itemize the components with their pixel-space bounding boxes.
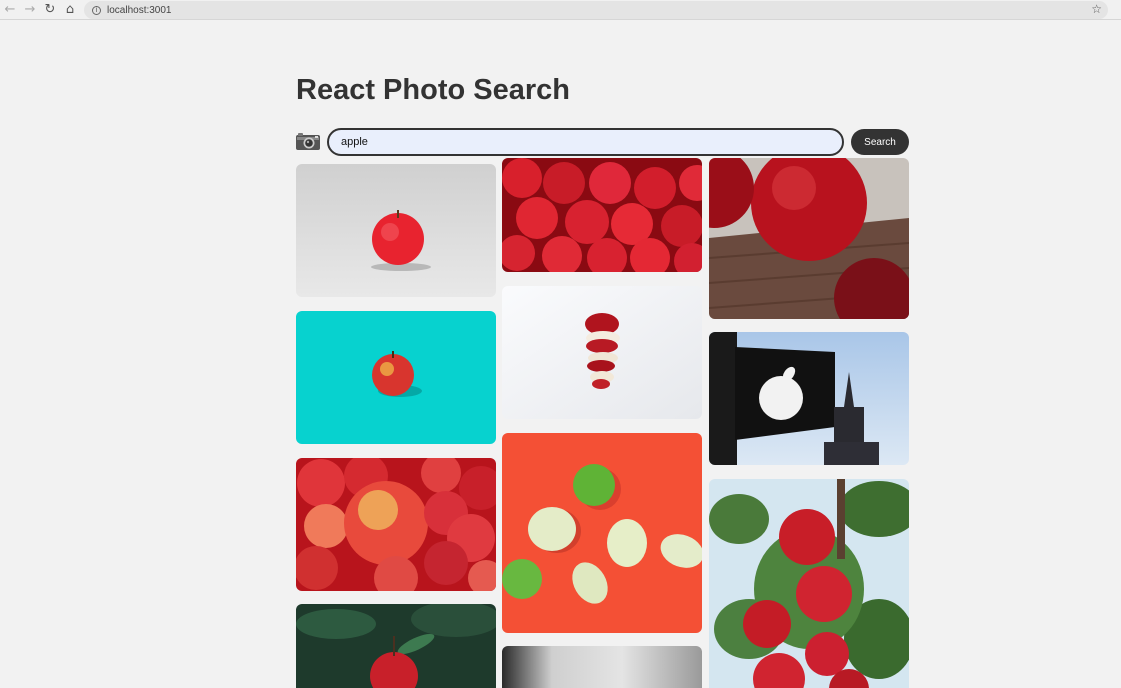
photo-card[interactable]	[502, 286, 702, 419]
browser-toolbar: ← → ↻ ⌂ i localhost:3001 ☆	[0, 0, 1121, 20]
photo-apple-table	[709, 158, 909, 319]
search-button[interactable]: Search	[851, 129, 909, 155]
photo-card[interactable]	[709, 332, 909, 465]
photo-green-apples-orange	[502, 433, 702, 633]
search-input[interactable]	[327, 128, 844, 156]
photo-sliced-apple	[502, 286, 702, 419]
photo-apples-closeup	[502, 158, 702, 272]
photo-search-app: React Photo Search Search	[296, 20, 909, 688]
reload-icon[interactable]: ↻	[40, 0, 60, 20]
photo-gallery	[296, 158, 909, 688]
photo-card[interactable]	[296, 458, 496, 591]
address-bar[interactable]: i localhost:3001 ☆	[84, 1, 1108, 19]
home-icon[interactable]: ⌂	[60, 0, 80, 20]
photo-card[interactable]	[296, 604, 496, 688]
photo-apple-foliage	[296, 604, 496, 688]
photo-card[interactable]	[296, 311, 496, 444]
back-icon[interactable]: ←	[0, 0, 20, 20]
photo-apple-pile	[296, 458, 496, 591]
site-info-icon[interactable]: i	[92, 5, 101, 15]
photo-apple-logo-sign	[709, 332, 909, 465]
bookmark-star-icon[interactable]: ☆	[1091, 2, 1102, 16]
photo-card[interactable]	[502, 646, 702, 688]
address-text: localhost:3001	[107, 4, 172, 16]
photo-card[interactable]	[502, 433, 702, 633]
search-form: Search	[296, 128, 909, 156]
page-title: React Photo Search	[296, 74, 570, 106]
photo-card[interactable]	[296, 164, 496, 297]
camera-icon	[296, 133, 320, 150]
photo-card[interactable]	[502, 158, 702, 272]
photo-apples-on-tree	[709, 479, 909, 688]
forward-icon[interactable]: →	[20, 0, 40, 20]
photo-apple-teal	[296, 311, 496, 444]
photo-apple-grey	[296, 164, 496, 297]
photo-blurred	[502, 646, 702, 688]
photo-card[interactable]	[709, 479, 909, 688]
photo-card[interactable]	[709, 158, 909, 319]
